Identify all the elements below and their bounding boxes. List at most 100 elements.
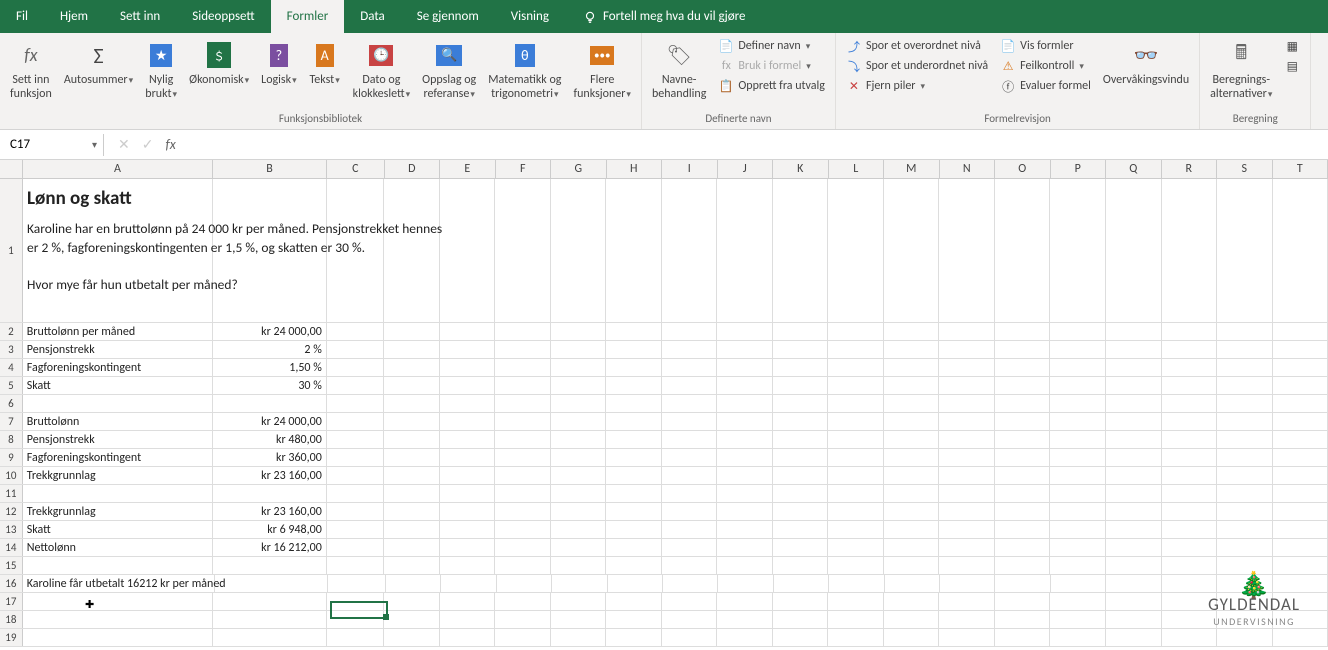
col-header-n[interactable]: N [940,160,996,178]
col-header-g[interactable]: G [551,160,607,178]
spreadsheet-grid[interactable]: 1 Lønn og skatt Karoline har en bruttolø… [0,179,1328,647]
col-header-o[interactable]: O [995,160,1051,178]
cell-b15[interactable] [213,557,327,574]
remove-arrows-button[interactable]: ✕Fjern piler▾ [842,77,992,95]
calc-options-button[interactable]: 🖩 Beregnings-alternativer▾ [1206,37,1276,104]
col-header-j[interactable]: J [718,160,774,178]
row-header-5[interactable]: 5 [0,377,23,394]
cell-b13[interactable]: kr 6 948,00 [213,521,327,538]
tab-segjennom[interactable]: Se gjennom [401,0,495,33]
cell-b7[interactable]: kr 24 000,00 [213,413,327,430]
trace-dependents-button[interactable]: ⤵Spor et underordnet nivå [842,57,992,75]
financial-button[interactable]: ﹩ Økonomisk▾ [185,37,253,89]
row-header-10[interactable]: 10 [0,467,23,484]
recently-used-button[interactable]: ★ Nyligbrukt▾ [141,37,181,104]
cell-b12[interactable]: kr 23 160,00 [213,503,327,520]
create-from-selection-button[interactable]: 📋Opprett fra utvalg [714,77,829,95]
row-header-19[interactable]: 19 [0,629,23,646]
col-header-p[interactable]: P [1051,160,1107,178]
lookup-button[interactable]: 🔍 Oppslag ogreferanse▾ [418,37,480,104]
cell-b16[interactable] [215,575,329,592]
cell-b9[interactable]: kr 360,00 [213,449,327,466]
show-formulas-button[interactable]: 📄Vis formler [996,37,1095,55]
fx-icon[interactable]: fx [165,136,175,153]
logical-button[interactable]: ? Logisk▾ [257,37,300,89]
cell-c18[interactable] [327,611,385,628]
cell-b3[interactable]: 2 % [213,341,327,358]
enter-icon[interactable]: ✓ [142,136,154,153]
cell-c7[interactable] [327,413,385,430]
watch-window-button[interactable]: 👓 Overvåkingsvindu [1099,37,1193,89]
col-header-s[interactable]: S [1217,160,1273,178]
cell-b2[interactable]: kr 24 000,00 [213,323,327,340]
tab-hjem[interactable]: Hjem [44,0,104,33]
row-header-8[interactable]: 8 [0,431,23,448]
cell-c14[interactable] [327,539,385,556]
evaluate-formula-button[interactable]: ⓕEvaluer formel [996,77,1095,95]
col-header-t[interactable]: T [1273,160,1328,178]
cell-c2[interactable] [327,323,385,340]
error-checking-button[interactable]: ⚠Feilkontroll▾ [996,57,1095,75]
insert-function-button[interactable]: fx Sett innfunksjon [6,37,56,104]
col-header-c[interactable]: C [327,160,384,178]
tab-formler[interactable]: Formler [271,0,345,33]
cell-c8[interactable] [327,431,385,448]
cell-c13[interactable] [327,521,385,538]
name-box-dropdown-icon[interactable]: ▾ [92,138,97,151]
col-header-l[interactable]: L [829,160,885,178]
cell-c4[interactable] [327,359,385,376]
col-header-d[interactable]: D [385,160,441,178]
cell-c17[interactable] [327,593,385,610]
cell-a5[interactable]: Skatt [23,377,213,394]
row-header-15[interactable]: 15 [0,557,23,574]
cell-a2[interactable]: Bruttolønn per måned [23,323,213,340]
row-header-11[interactable]: 11 [0,485,23,502]
cell-a8[interactable]: Pensjonstrekk [23,431,213,448]
col-header-b[interactable]: B [213,160,327,178]
cell-a3[interactable]: Pensjonstrekk [23,341,213,358]
cell-a10[interactable]: Trekkgrunnlag [23,467,213,484]
cell-b5[interactable]: 30 % [213,377,327,394]
row-header-14[interactable]: 14 [0,539,23,556]
cell-a16[interactable]: Karoline får utbetalt 16212 kr per måned [23,575,215,592]
col-header-i[interactable]: I [662,160,718,178]
math-button[interactable]: θ Matematikk ogtrigonometri▾ [484,37,565,104]
cell-a7[interactable]: Bruttolønn [23,413,213,430]
tab-visning[interactable]: Visning [495,0,565,33]
cell-c6[interactable] [327,395,385,412]
cell-a1[interactable]: Lønn og skatt Karoline har en bruttolønn… [23,179,213,322]
cell-a12[interactable]: Trekkgrunnlag [23,503,213,520]
cell-b8[interactable]: kr 480,00 [213,431,327,448]
row-header-13[interactable]: 13 [0,521,23,538]
text-button[interactable]: A Tekst▾ [305,37,345,89]
cell-b17[interactable] [213,593,327,610]
cell-a4[interactable]: Fagforeningskontingent [23,359,213,376]
cancel-icon[interactable]: ✕ [118,136,130,153]
col-header-q[interactable]: Q [1106,160,1162,178]
calc-now-button[interactable]: ▦ [1280,37,1304,55]
row-header-12[interactable]: 12 [0,503,23,520]
cell-c15[interactable] [327,557,385,574]
col-header-h[interactable]: H [607,160,663,178]
row-header-4[interactable]: 4 [0,359,23,376]
cell-c19[interactable] [327,629,385,646]
cell-a13[interactable]: Skatt [23,521,213,538]
cell-c12[interactable] [327,503,385,520]
row-header-18[interactable]: 18 [0,611,23,628]
tab-settinn[interactable]: Sett inn [104,0,176,33]
cell-a15[interactable] [23,557,213,574]
cell-b18[interactable] [213,611,327,628]
cell-b19[interactable] [213,629,327,646]
row-header-2[interactable]: 2 [0,323,23,340]
tab-sideoppsett[interactable]: Sideoppsett [176,0,270,33]
cell-c11[interactable] [327,485,385,502]
calc-sheet-button[interactable]: ▤ [1280,57,1304,75]
cell-a6[interactable] [23,395,213,412]
col-header-a[interactable]: A [23,160,213,178]
tab-data[interactable]: Data [344,0,401,33]
define-name-button[interactable]: 📄Definer navn▾ [714,37,829,55]
cell-b11[interactable] [213,485,327,502]
name-box[interactable]: C17 ▾ [4,134,104,156]
cell-a11[interactable] [23,485,213,502]
col-header-f[interactable]: F [496,160,552,178]
